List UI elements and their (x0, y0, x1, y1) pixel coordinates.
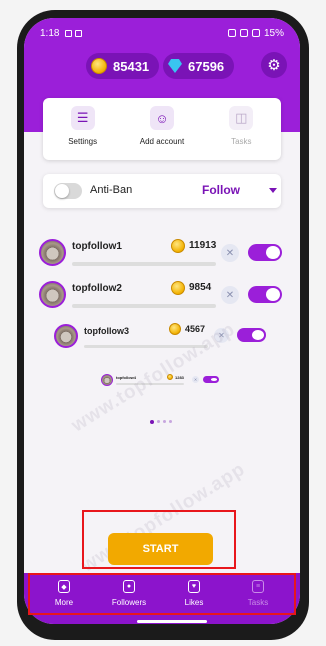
diamond-balance: 67596 (163, 53, 235, 79)
notification-icon (65, 29, 73, 37)
start-highlight-box (82, 510, 236, 569)
coin-icon (171, 239, 185, 253)
remove-account-button[interactable]: ✕ (221, 244, 239, 262)
remove-account-button[interactable]: ✕ (192, 376, 199, 383)
page-indicator (150, 419, 172, 424)
status-bar: 1:18 15% (40, 26, 284, 40)
home-indicator (137, 620, 207, 623)
progress-bar (72, 304, 216, 308)
gear-icon: ⚙ (267, 57, 281, 74)
account-name: topfollow1 (72, 241, 122, 252)
coin-icon (169, 323, 181, 335)
avatar (101, 374, 113, 386)
coin-icon (171, 281, 185, 295)
settings-button[interactable]: ⚙ (261, 52, 287, 78)
menu-add-account[interactable]: ☺ Add account (122, 98, 201, 160)
anti-ban-label: Anti-Ban (90, 184, 133, 196)
avatar (39, 239, 66, 266)
account-coins: 4567 (185, 324, 206, 334)
account-coins: 9854 (189, 282, 212, 293)
account-coins: 11913 (189, 240, 217, 251)
anti-ban-row: Anti-Ban Follow (43, 174, 281, 208)
message-icon (75, 29, 83, 37)
avatar (54, 324, 78, 348)
diamond-balance-value: 67596 (188, 58, 225, 74)
nav-highlight-box (28, 573, 296, 615)
quick-menu: ☰ Settings ☺ Add account ◫ Tasks (43, 98, 281, 160)
wifi-icon (227, 29, 236, 37)
coin-icon (91, 58, 107, 74)
account-name: topfollow2 (72, 283, 122, 294)
account-name: topfollow3 (84, 326, 129, 336)
account-toggle[interactable] (248, 244, 282, 261)
coin-balance-value: 85431 (113, 58, 150, 74)
anti-ban-toggle[interactable] (54, 183, 82, 199)
battery-percent: 15% (263, 27, 284, 39)
add-user-icon: ☺ (149, 106, 174, 130)
remove-account-button[interactable]: ✕ (221, 286, 239, 304)
diamond-icon (168, 59, 182, 73)
chevron-down-icon[interactable] (269, 188, 277, 193)
menu-settings[interactable]: ☰ Settings (43, 98, 122, 160)
account-toggle[interactable] (203, 376, 219, 383)
database-icon: ◫ (229, 106, 254, 130)
battery-icon (251, 29, 260, 37)
menu-tasks[interactable]: ◫ Tasks (202, 98, 281, 160)
signal-icon (239, 29, 248, 37)
progress-bar (72, 262, 216, 266)
coin-balance: 85431 (86, 53, 160, 79)
mode-select[interactable]: Follow (202, 183, 240, 197)
sliders-icon: ☰ (70, 106, 95, 130)
status-time: 1:18 (40, 27, 60, 39)
avatar (39, 281, 66, 308)
